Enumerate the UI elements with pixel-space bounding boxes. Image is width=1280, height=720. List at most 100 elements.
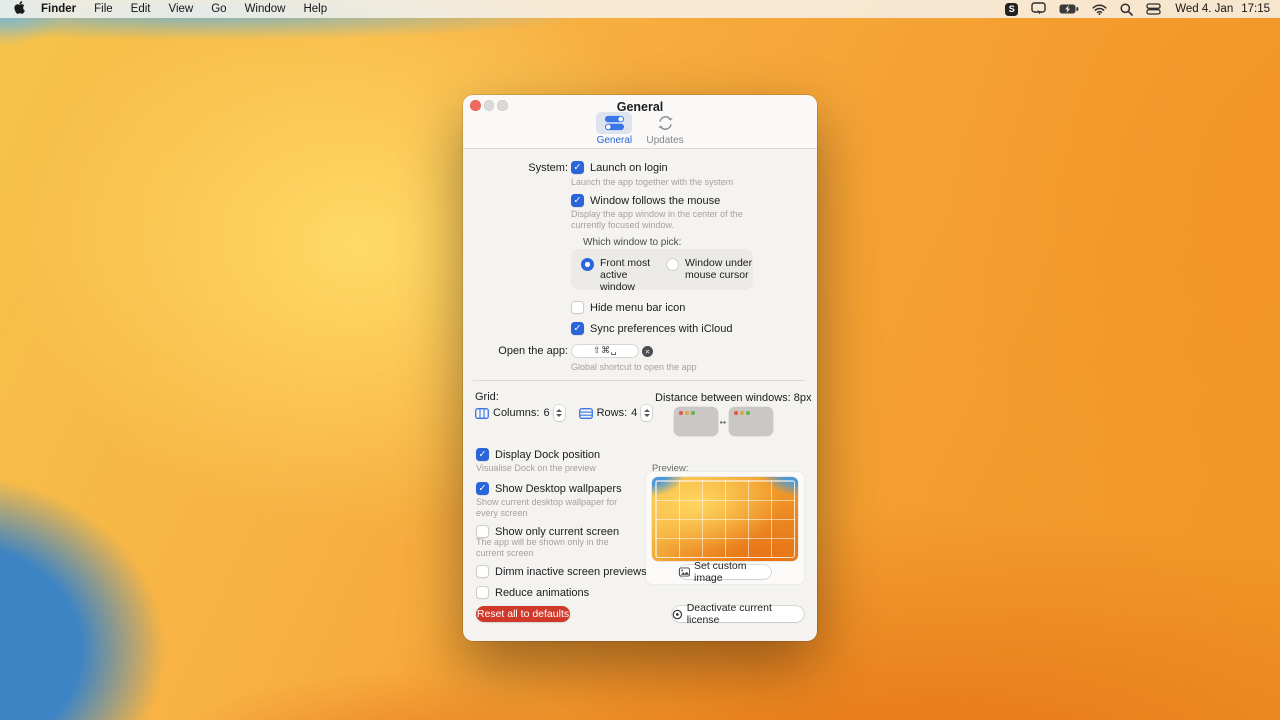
stepper-down-icon[interactable]	[556, 414, 562, 417]
columns-value: 6	[543, 407, 549, 419]
gap-arrows-icon: ↔	[720, 418, 727, 427]
reset-defaults-label: Reset all to defaults	[477, 608, 569, 620]
tab-general[interactable]: General	[596, 112, 632, 146]
menubar-clock[interactable]: Wed 4. Jan 17:15	[1171, 3, 1270, 15]
deactivate-license-button[interactable]: Deactivate current license	[672, 606, 804, 622]
system-label: System:	[463, 162, 568, 174]
distance-preview-window-right	[729, 407, 773, 436]
apple-menu[interactable]	[14, 1, 32, 17]
radio-window-under[interactable]: Window under mouse cursor	[666, 257, 755, 281]
menu-file[interactable]: File	[85, 3, 122, 15]
grid-label: Grid:	[475, 391, 499, 403]
shortcut-clear-button[interactable]: ✕	[642, 346, 653, 357]
distance-label: Distance between windows: 8px	[655, 392, 812, 404]
radio-front-most-label: Front most active window	[600, 257, 662, 293]
launch-on-login-label: Launch on login	[590, 162, 668, 174]
set-custom-image-button[interactable]: Set custom image	[679, 565, 771, 579]
hide-menubar-icon-checkbox[interactable]	[571, 301, 584, 314]
toggles-icon	[604, 115, 625, 131]
dimm-previews-label: Dimm inactive screen previews	[495, 566, 647, 578]
s-badge-menu-item[interactable]: S	[1002, 3, 1021, 16]
picture-icon	[679, 567, 690, 577]
grid-controls: Columns: 6 Rows: 4	[475, 405, 652, 421]
display-dock-row: ✓ Display Dock position	[476, 448, 600, 461]
dimm-previews-checkbox[interactable]	[476, 565, 489, 578]
menu-help[interactable]: Help	[294, 3, 336, 15]
reset-defaults-button[interactable]: Reset all to defaults	[476, 606, 570, 622]
show-wallpapers-label: Show Desktop wallpapers	[495, 483, 622, 495]
sync-icloud-checkbox[interactable]: ✓	[571, 322, 584, 335]
display-dock-checkbox[interactable]: ✓	[476, 448, 489, 461]
reduce-animations-checkbox[interactable]	[476, 586, 489, 599]
windows-stack-icon	[1146, 3, 1161, 15]
radio-front-most[interactable]: Front most active window	[581, 257, 662, 293]
window-follows-mouse-checkbox[interactable]: ✓	[571, 194, 584, 207]
shortcut-field[interactable]: ⇧⌘␣	[571, 344, 639, 358]
menubar: Finder File Edit View Go Window Help S	[0, 0, 1280, 18]
show-wallpapers-row: ✓ Show Desktop wallpapers	[476, 482, 622, 495]
window-picker-menu-item[interactable]	[1028, 2, 1049, 16]
mini-zoom-icon	[691, 411, 695, 415]
stage-manager-menu-item[interactable]	[1143, 3, 1164, 15]
titlebar[interactable]: General General Updates	[463, 95, 817, 149]
hide-menubar-icon-row: Hide menu bar icon	[571, 301, 685, 314]
apple-icon	[14, 1, 25, 14]
shortcut-value: ⇧⌘␣	[593, 346, 617, 356]
open-app-sub: Global shortcut to open the app	[571, 362, 697, 373]
mini-close-icon	[734, 411, 738, 415]
toolbar-tabs: General Updates	[463, 112, 817, 146]
stepper-down-icon[interactable]	[644, 414, 650, 417]
radio-window-under-control[interactable]	[666, 258, 679, 271]
wifi-icon	[1092, 4, 1107, 15]
s-badge-icon: S	[1005, 3, 1018, 16]
menu-go[interactable]: Go	[202, 3, 235, 15]
rows-label: Rows:	[597, 407, 628, 419]
tab-updates[interactable]: Updates	[646, 112, 683, 146]
mini-minimize-icon	[740, 411, 744, 415]
dimm-previews-row: Dimm inactive screen previews	[476, 565, 647, 578]
menubar-date: Wed 4. Jan	[1175, 3, 1233, 15]
launch-on-login-checkbox[interactable]: ✓	[571, 161, 584, 174]
only-current-screen-sub: The app will be shown only in the curren…	[476, 537, 626, 559]
display-dock-sub: Visualise Dock on the preview	[476, 463, 596, 474]
battery-menu-item[interactable]	[1056, 4, 1082, 14]
set-custom-image-label: Set custom image	[694, 560, 771, 584]
which-window-label: Which window to pick:	[583, 237, 681, 248]
mini-zoom-icon	[746, 411, 750, 415]
menu-edit[interactable]: Edit	[122, 3, 160, 15]
menubar-time: 17:15	[1241, 3, 1270, 15]
menubar-menus: Finder File Edit View Go Window Help	[0, 1, 336, 17]
menu-window[interactable]: Window	[236, 3, 295, 15]
distance-preview-window-left	[674, 407, 718, 436]
show-wallpapers-sub: Show current desktop wallpaper for every…	[476, 497, 631, 519]
deactivate-icon	[672, 609, 683, 620]
menubar-status: S Wed 4. Jan 17:15	[1002, 2, 1280, 16]
rows-value: 4	[631, 407, 637, 419]
rows-stepper[interactable]	[641, 405, 652, 421]
desktop: Finder File Edit View Go Window Help S	[0, 0, 1280, 720]
menubar-app-name[interactable]: Finder	[32, 3, 85, 15]
launch-on-login-sub: Launch the app together with the system	[571, 177, 733, 188]
only-current-screen-label: Show only current screen	[495, 526, 619, 538]
deactivate-license-label: Deactivate current license	[687, 602, 804, 626]
check-icon: ✓	[479, 450, 487, 460]
stepper-up-icon[interactable]	[644, 409, 650, 412]
open-app-label: Open the app:	[463, 345, 568, 357]
check-icon: ✓	[574, 163, 582, 173]
show-wallpapers-checkbox[interactable]: ✓	[476, 482, 489, 495]
columns-stepper[interactable]	[554, 405, 565, 421]
tab-updates-label: Updates	[646, 135, 683, 146]
mini-minimize-icon	[685, 411, 689, 415]
mini-close-icon	[679, 411, 683, 415]
sync-icloud-row: ✓ Sync preferences with iCloud	[571, 322, 732, 335]
menu-view[interactable]: View	[160, 3, 203, 15]
tab-general-label: General	[597, 135, 633, 146]
clear-icon: ✕	[645, 348, 650, 356]
stepper-up-icon[interactable]	[556, 409, 562, 412]
rows-icon	[579, 408, 593, 419]
radio-front-most-control[interactable]	[581, 258, 594, 271]
reduce-animations-row: Reduce animations	[476, 586, 589, 599]
wifi-menu-item[interactable]	[1089, 4, 1110, 15]
spotlight-menu-item[interactable]	[1117, 3, 1136, 16]
search-icon	[1120, 3, 1133, 16]
